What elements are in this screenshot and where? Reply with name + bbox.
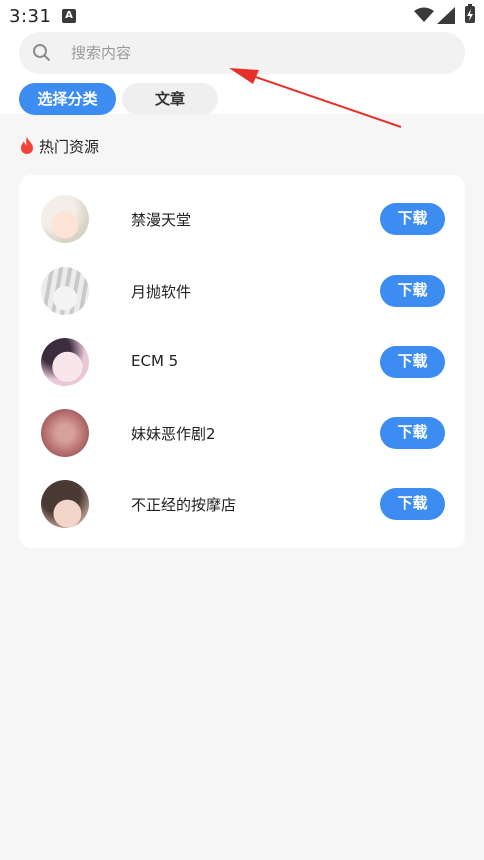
cell-signal-icon [437,7,455,28]
list-item: 妹妹恶作剧2 下载 [19,389,465,461]
app-name: 禁漫天堂 [131,211,192,229]
resource-list-card: 禁漫天堂 下载 月抛软件 下载 ECM 5 下载 妹妹恶作剧2 下载 不正经的按… [19,175,465,548]
list-item: 月抛软件 下载 [19,247,465,319]
app-name: ECM 5 [131,352,179,370]
app-name: 妹妹恶作剧2 [131,425,216,443]
fire-icon [20,137,34,158]
app-avatar [41,195,89,243]
annotation-arrow-icon [229,68,402,128]
download-button[interactable]: 下载 [380,203,445,235]
app-name: 不正经的按摩店 [131,496,237,514]
app-avatar [41,338,89,386]
list-item: 禁漫天堂 下载 [19,175,465,247]
app-avatar [41,409,89,457]
download-button[interactable]: 下载 [380,346,445,378]
battery-charging-icon [465,4,475,23]
hot-section-title: 热门资源 [39,138,100,156]
status-time: 3:31 [9,6,52,27]
tab-select-category[interactable]: 选择分类 [19,83,116,115]
download-button[interactable]: 下载 [380,417,445,449]
tab-article[interactable]: 文章 [122,83,218,115]
app-avatar [41,480,89,528]
list-item: ECM 5 下载 [19,318,465,390]
a-letter-icon: A [62,9,76,23]
search-icon [32,43,52,67]
app-name: 月抛软件 [131,283,192,301]
download-button[interactable]: 下载 [380,275,445,307]
download-button[interactable]: 下载 [380,488,445,520]
app-avatar [41,267,89,315]
status-bar: 3:31 A [0,0,484,32]
list-item: 不正经的按摩店 下载 [19,460,465,532]
wifi-icon [414,7,434,27]
